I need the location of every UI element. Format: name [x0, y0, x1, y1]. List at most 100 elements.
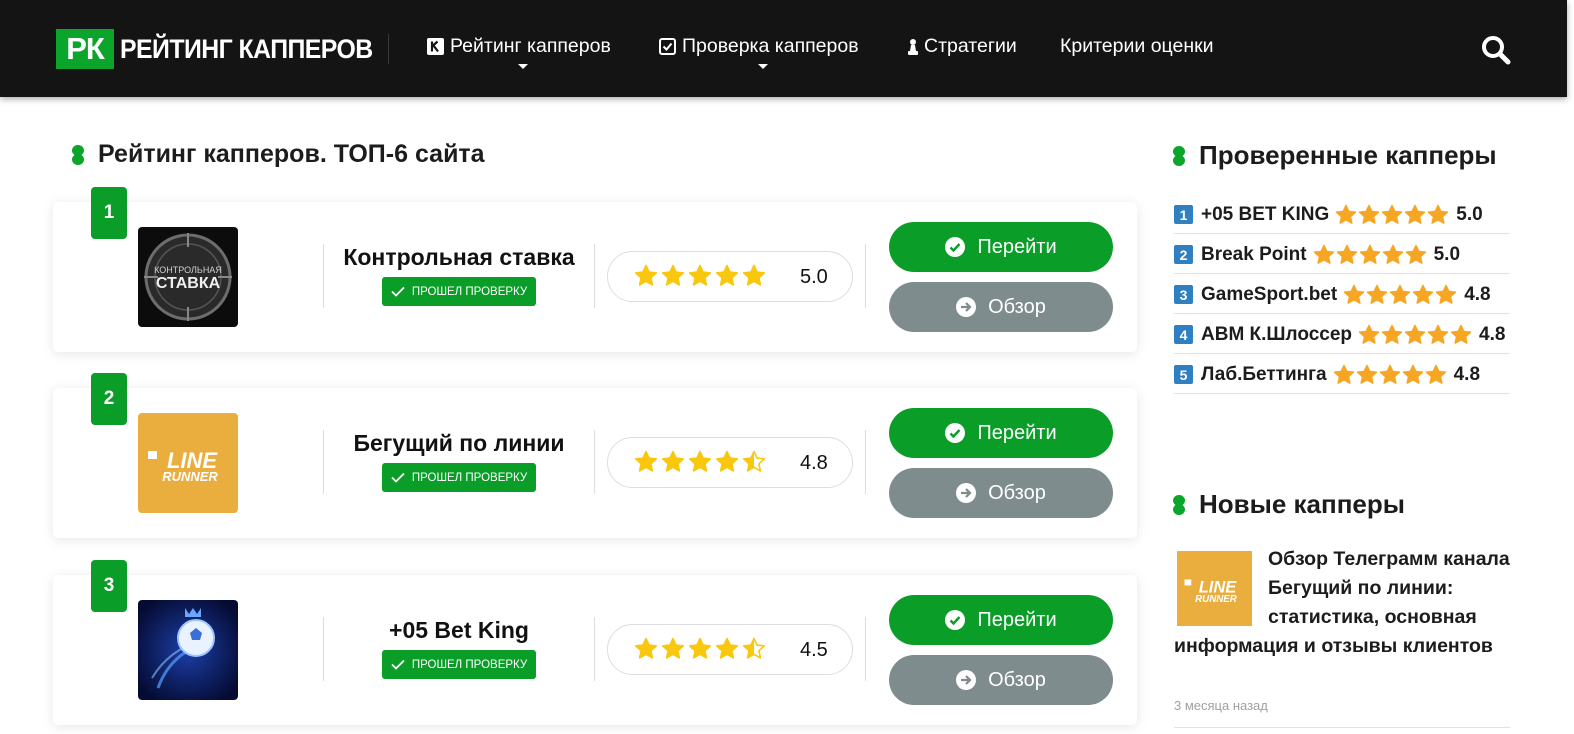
star-half-icon [742, 637, 766, 659]
star-icon [661, 637, 685, 659]
check-icon [391, 659, 405, 670]
star-icon [661, 450, 685, 472]
star-icon [715, 264, 739, 286]
site-header: РК РЕЙТИНГ КАППЕРОВ Рейтинг капперов Про… [0, 0, 1567, 97]
sidebar-title-new-text: Новые капперы [1199, 489, 1405, 519]
arrow-right-circle-icon [956, 670, 977, 690]
nav-check[interactable]: Проверка капперов [659, 35, 859, 58]
title-bullet-icon [1173, 494, 1185, 515]
rating-value: 4.8 [800, 452, 828, 474]
news-date: 3 месяца назад [1174, 698, 1268, 713]
list-item[interactable]: 1 +05 BET KING 5.0 [1174, 194, 1510, 234]
rank-badge: 3 [91, 560, 127, 612]
title-bullet-icon [72, 144, 84, 165]
capper-name: ABM К.Шлоссер [1201, 323, 1352, 345]
star-icon [688, 450, 712, 472]
go-button[interactable]: Перейти [889, 595, 1113, 645]
star-icon [715, 637, 739, 659]
chevron-down-icon[interactable] [518, 64, 528, 69]
sidebar-title-checked: Проверенные капперы [1173, 140, 1497, 171]
star-icon [742, 264, 766, 286]
go-button[interactable]: Перейти [889, 222, 1113, 272]
check-circle-icon [945, 423, 966, 443]
rating-value: 4.5 [800, 639, 828, 661]
star-icon [1405, 244, 1426, 264]
news-item[interactable]: Обзор Телеграмм канала Бегущий по линии:… [1174, 545, 1514, 661]
list-item[interactable]: 4 ABM К.Шлоссер 4.8 [1174, 314, 1510, 354]
rating-stars [634, 264, 766, 288]
site-logo[interactable]: РК РЕЙТИНГ КАППЕРОВ [56, 29, 395, 69]
check-icon [391, 286, 405, 297]
list-item[interactable]: 2 Break Point 5.0 [1174, 234, 1510, 274]
check-icon [391, 472, 405, 483]
review-button-label: Обзор [988, 295, 1046, 318]
rating-box: 4.5 [607, 624, 853, 675]
sidebar-title-checked-text: Проверенные капперы [1199, 140, 1497, 170]
list-item[interactable]: 5 Лаб.Беттинга 4.8 [1174, 354, 1510, 394]
star-icon [1344, 284, 1365, 304]
star-icon [1381, 324, 1403, 344]
capper-name: Лаб.Беттинга [1201, 363, 1327, 385]
star-icon [688, 637, 712, 659]
star-icon [1367, 284, 1388, 304]
star-icon [634, 264, 658, 286]
go-button-label: Перейти [977, 421, 1057, 444]
star-icon [1382, 204, 1403, 224]
star-icon [1413, 284, 1434, 304]
star-icon [688, 264, 712, 286]
rank-number: 2 [1174, 245, 1193, 264]
capper-name[interactable]: +05 Bet King [323, 617, 595, 644]
star-icon [715, 450, 739, 472]
star-icon [1427, 324, 1449, 344]
list-item[interactable]: 3 GameSport.bet 4.8 [1174, 274, 1510, 314]
top-capper-list: 1 +05 BET KING 5.0 2 Break Point 5.0 3 G… [1174, 194, 1510, 394]
logo-divider [388, 34, 389, 64]
nav-strategies[interactable]: Стратегии [907, 35, 1017, 58]
check-circle-icon [945, 237, 966, 257]
capper-logo[interactable]: LINE RUNNER [138, 413, 238, 513]
search-button[interactable] [1480, 34, 1514, 66]
search-icon [1482, 36, 1511, 65]
nav-criteria[interactable]: Критерии оценки [1060, 35, 1214, 58]
logo-text: РЕЙТИНГ КАППЕРОВ [120, 33, 373, 64]
nav-check-label: Проверка капперов [682, 35, 859, 57]
capper-logo[interactable]: КОНТРОЛЬНАЯ СТАВКА [138, 227, 238, 327]
star-icon [1404, 324, 1426, 344]
go-button[interactable]: Перейти [889, 408, 1113, 458]
divider [594, 430, 595, 494]
logo-caption: RUNNER [162, 469, 218, 484]
capper-name: Break Point [1201, 243, 1307, 265]
star-icon [1333, 364, 1354, 384]
capper-card: 1 КОНТРОЛЬНАЯ СТАВКА Контрольная ставка … [53, 187, 1137, 352]
mini-rating-stars [1333, 364, 1447, 386]
mini-rating-stars [1343, 284, 1457, 306]
capper-name: +05 BET KING [1201, 203, 1330, 225]
nav-rating[interactable]: Рейтинг капперов [427, 35, 611, 58]
mini-rating-stars [1313, 244, 1427, 266]
review-button-label: Обзор [988, 668, 1046, 691]
capper-logo[interactable] [138, 600, 238, 700]
capper-score: 5.0 [1433, 243, 1461, 265]
verified-badge: ПРОШЕЛ ПРОВЕРКУ [382, 277, 536, 306]
checkbox-icon [659, 38, 676, 55]
divider [594, 617, 595, 681]
review-button[interactable]: Обзор [889, 468, 1113, 518]
star-icon [1358, 324, 1380, 344]
k-square-icon [427, 38, 444, 55]
page-title-text: Рейтинг капперов. ТОП-6 сайта [98, 140, 485, 168]
capper-name[interactable]: Контрольная ставка [323, 244, 595, 271]
rating-stars [634, 450, 766, 474]
nav-rating-label: Рейтинг капперов [450, 35, 611, 57]
verified-label: ПРОШЕЛ ПРОВЕРКУ [411, 285, 528, 298]
review-button[interactable]: Обзор [889, 282, 1113, 332]
rank-badge: 1 [91, 187, 127, 239]
mini-rating-stars [1358, 324, 1472, 346]
go-button-label: Перейти [977, 235, 1057, 258]
review-button[interactable]: Обзор [889, 655, 1113, 705]
verified-label: ПРОШЕЛ ПРОВЕРКУ [411, 471, 528, 484]
star-icon [1428, 204, 1449, 224]
capper-name[interactable]: Бегущий по линии [323, 430, 595, 457]
chevron-down-icon[interactable] [758, 64, 768, 69]
star-icon [1382, 244, 1403, 264]
rank-number: 3 [1174, 285, 1193, 304]
